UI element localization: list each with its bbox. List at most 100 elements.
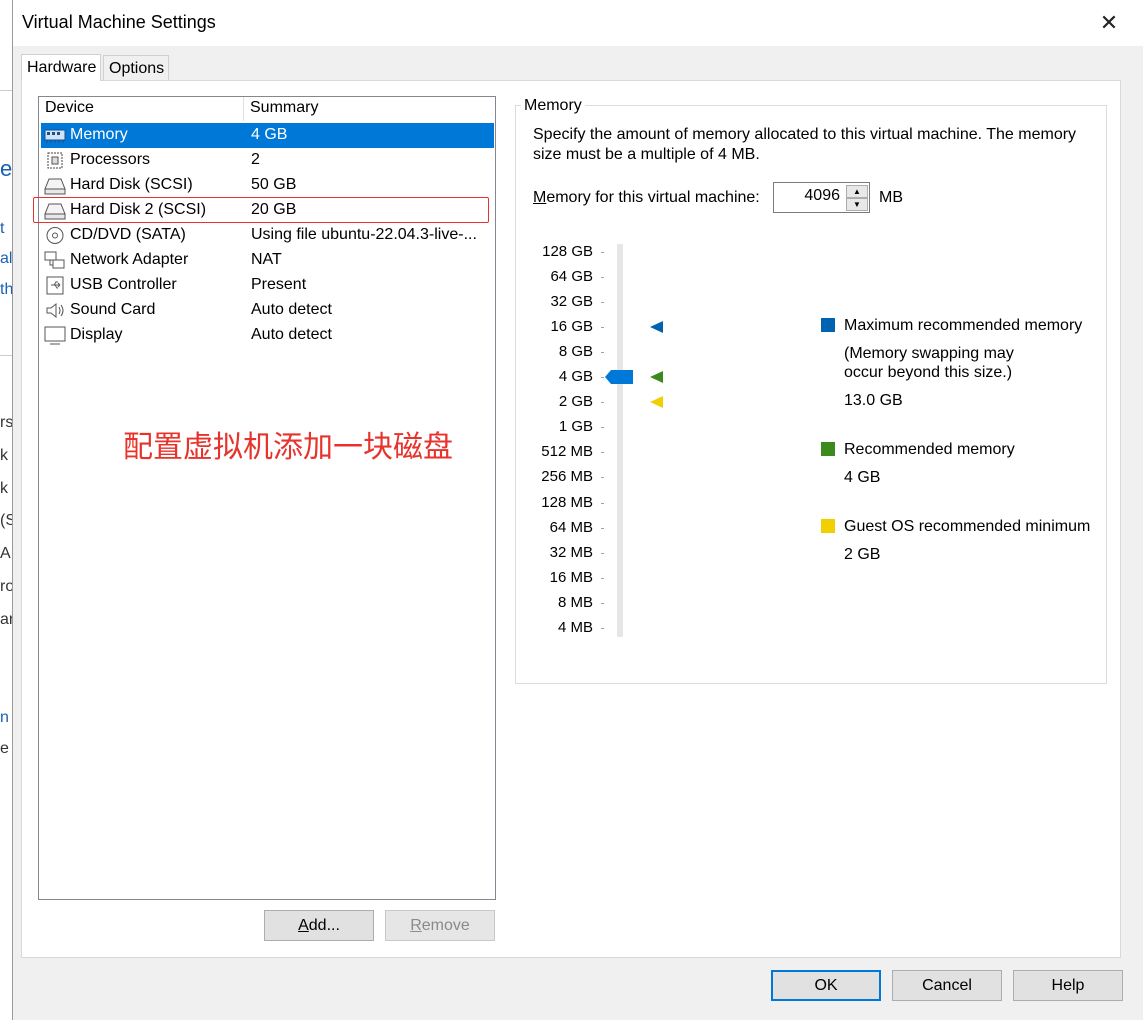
help-button[interactable]: Help	[1013, 970, 1123, 1001]
background-text: A	[0, 545, 11, 562]
increment-button[interactable]: ▲	[846, 185, 868, 198]
memory-slider-thumb[interactable]	[605, 369, 635, 385]
memory-scale-tick	[601, 377, 604, 379]
settings-dialog: Virtual Machine Settings ✕ Hardware Opti…	[12, 0, 1143, 1020]
memory-scale-label: 64 MB	[549, 518, 593, 536]
device-name: Display	[70, 326, 123, 343]
device-name: CD/DVD (SATA)	[70, 226, 186, 243]
monitor-icon	[44, 326, 66, 345]
maximum-memory-note: (Memory swapping may	[844, 345, 1014, 362]
memory-scale-tick	[601, 427, 604, 429]
chevron-down-icon: ▼	[853, 200, 861, 209]
memory-scale-tick	[601, 627, 604, 629]
tab-hardware[interactable]: Hardware	[21, 54, 101, 81]
background-text: k (	[0, 447, 12, 464]
memory-scale-tick	[601, 552, 604, 554]
memory-stepper[interactable]: 4096 ▲ ▼	[773, 182, 870, 213]
device-row-usb-controller[interactable]: USB Controller Present	[41, 273, 494, 298]
memory-scale-tick	[601, 502, 604, 504]
memory-scale-label: 1 GB	[558, 418, 593, 436]
device-summary: 2	[251, 151, 260, 168]
memory-scale-label: 32 MB	[549, 543, 593, 561]
memory-scale-label: 512 MB	[541, 443, 593, 461]
device-row-memory[interactable]: Memory 4 GB	[41, 123, 494, 148]
background-window: e t al th rs k ( k 2 (S A ro ard n e	[0, 0, 12, 1020]
ok-button[interactable]: OK	[771, 970, 881, 1001]
memory-icon	[44, 126, 66, 145]
background-text: n	[0, 709, 9, 726]
background-text: ard	[0, 611, 12, 628]
device-name: Sound Card	[70, 301, 156, 318]
memory-scale-tick	[601, 352, 604, 354]
device-row-sound-card[interactable]: Sound Card Auto detect	[41, 298, 494, 323]
memory-field-label: Memory for this virtual machine:	[533, 189, 760, 206]
device-row-network-adapter[interactable]: Network Adapter NAT	[41, 248, 494, 273]
background-text: ro	[0, 578, 12, 595]
memory-scale-label: 256 MB	[541, 468, 593, 486]
memory-scale-label: 4 GB	[558, 368, 593, 386]
annotation-text: 配置虚拟机添加一块磁盘	[123, 430, 453, 465]
cancel-button[interactable]: Cancel	[892, 970, 1002, 1001]
speaker-icon	[44, 301, 66, 320]
highlight-box	[33, 197, 489, 223]
device-row-cd-dvd[interactable]: CD/DVD (SATA) Using file ubuntu-22.04.3-…	[41, 223, 494, 248]
guest-minimum-color-swatch	[821, 519, 835, 533]
memory-group-label: Memory	[521, 97, 585, 115]
memory-scale: 128 GB 64 GB 32 GB 16 GB 8 GB 4 GB 2 GB 1 GB 512…	[518, 240, 593, 640]
title-bar: Virtual Machine Settings ✕	[13, 0, 1143, 46]
memory-input[interactable]: 4096	[774, 187, 840, 205]
memory-scale-label: 4 MB	[557, 618, 593, 636]
device-name: Network Adapter	[70, 251, 189, 268]
column-divider[interactable]	[243, 97, 244, 121]
recommended-memory-title: Recommended memory	[844, 441, 1015, 458]
hard-disk-icon	[44, 176, 66, 195]
device-summary: Using file ubuntu-22.04.3-live-...	[251, 226, 477, 243]
memory-scale-tick	[601, 452, 604, 454]
background-text: th	[0, 281, 12, 298]
recommended-memory-marker-icon	[650, 370, 664, 384]
cancel-button-label: Cancel	[922, 977, 972, 994]
guest-minimum-value: 2 GB	[844, 546, 881, 563]
memory-scale-tick	[601, 602, 604, 604]
device-name: USB Controller	[70, 276, 177, 293]
background-text: rs	[0, 414, 12, 431]
memory-scale-tick	[601, 402, 604, 404]
memory-unit: MB	[879, 189, 903, 206]
memory-scale-tick	[601, 327, 604, 329]
close-button[interactable]: ✕	[1093, 8, 1125, 38]
memory-scale-label: 2 GB	[558, 393, 593, 411]
device-row-display[interactable]: Display Auto detect	[41, 323, 494, 348]
memory-scale-label: 128 MB	[541, 493, 593, 511]
memory-scale-tick	[601, 527, 604, 529]
column-header-summary[interactable]: Summary	[250, 99, 318, 121]
memory-scale-label: 16 GB	[550, 318, 593, 336]
recommended-memory-value: 4 GB	[844, 469, 881, 486]
background-text: t	[0, 220, 5, 237]
device-summary: 50 GB	[251, 176, 297, 193]
memory-scale-label: 8 GB	[558, 343, 593, 361]
cd-dvd-icon	[44, 226, 66, 245]
device-summary: Auto detect	[251, 326, 332, 343]
background-text: al	[0, 250, 12, 267]
device-row-hard-disk[interactable]: Hard Disk (SCSI) 50 GB	[41, 173, 494, 198]
memory-slider-track[interactable]	[617, 244, 623, 637]
guest-minimum-title: Guest OS recommended minimum	[844, 518, 1091, 535]
device-row-processors[interactable]: Processors 2	[41, 148, 494, 173]
maximum-color-swatch	[821, 318, 835, 332]
usb-icon	[44, 276, 66, 295]
memory-scale-tick	[601, 277, 604, 279]
device-summary: Present	[251, 276, 307, 293]
device-name: Hard Disk (SCSI)	[70, 176, 193, 193]
help-button-label: Help	[1051, 977, 1085, 994]
cpu-icon	[44, 151, 66, 170]
memory-scale-tick	[601, 577, 604, 579]
memory-scale-label: 32 GB	[550, 293, 593, 311]
memory-scale-tick	[601, 302, 604, 304]
maximum-memory-value: 13.0 GB	[844, 392, 903, 409]
background-text: k 2	[0, 480, 12, 497]
decrement-button[interactable]: ▼	[846, 198, 868, 211]
column-header-device[interactable]: Device	[45, 99, 94, 121]
remove-button[interactable]: Remove	[385, 910, 495, 941]
add-button[interactable]: Add...	[264, 910, 374, 941]
tab-options[interactable]: Options	[103, 55, 169, 80]
